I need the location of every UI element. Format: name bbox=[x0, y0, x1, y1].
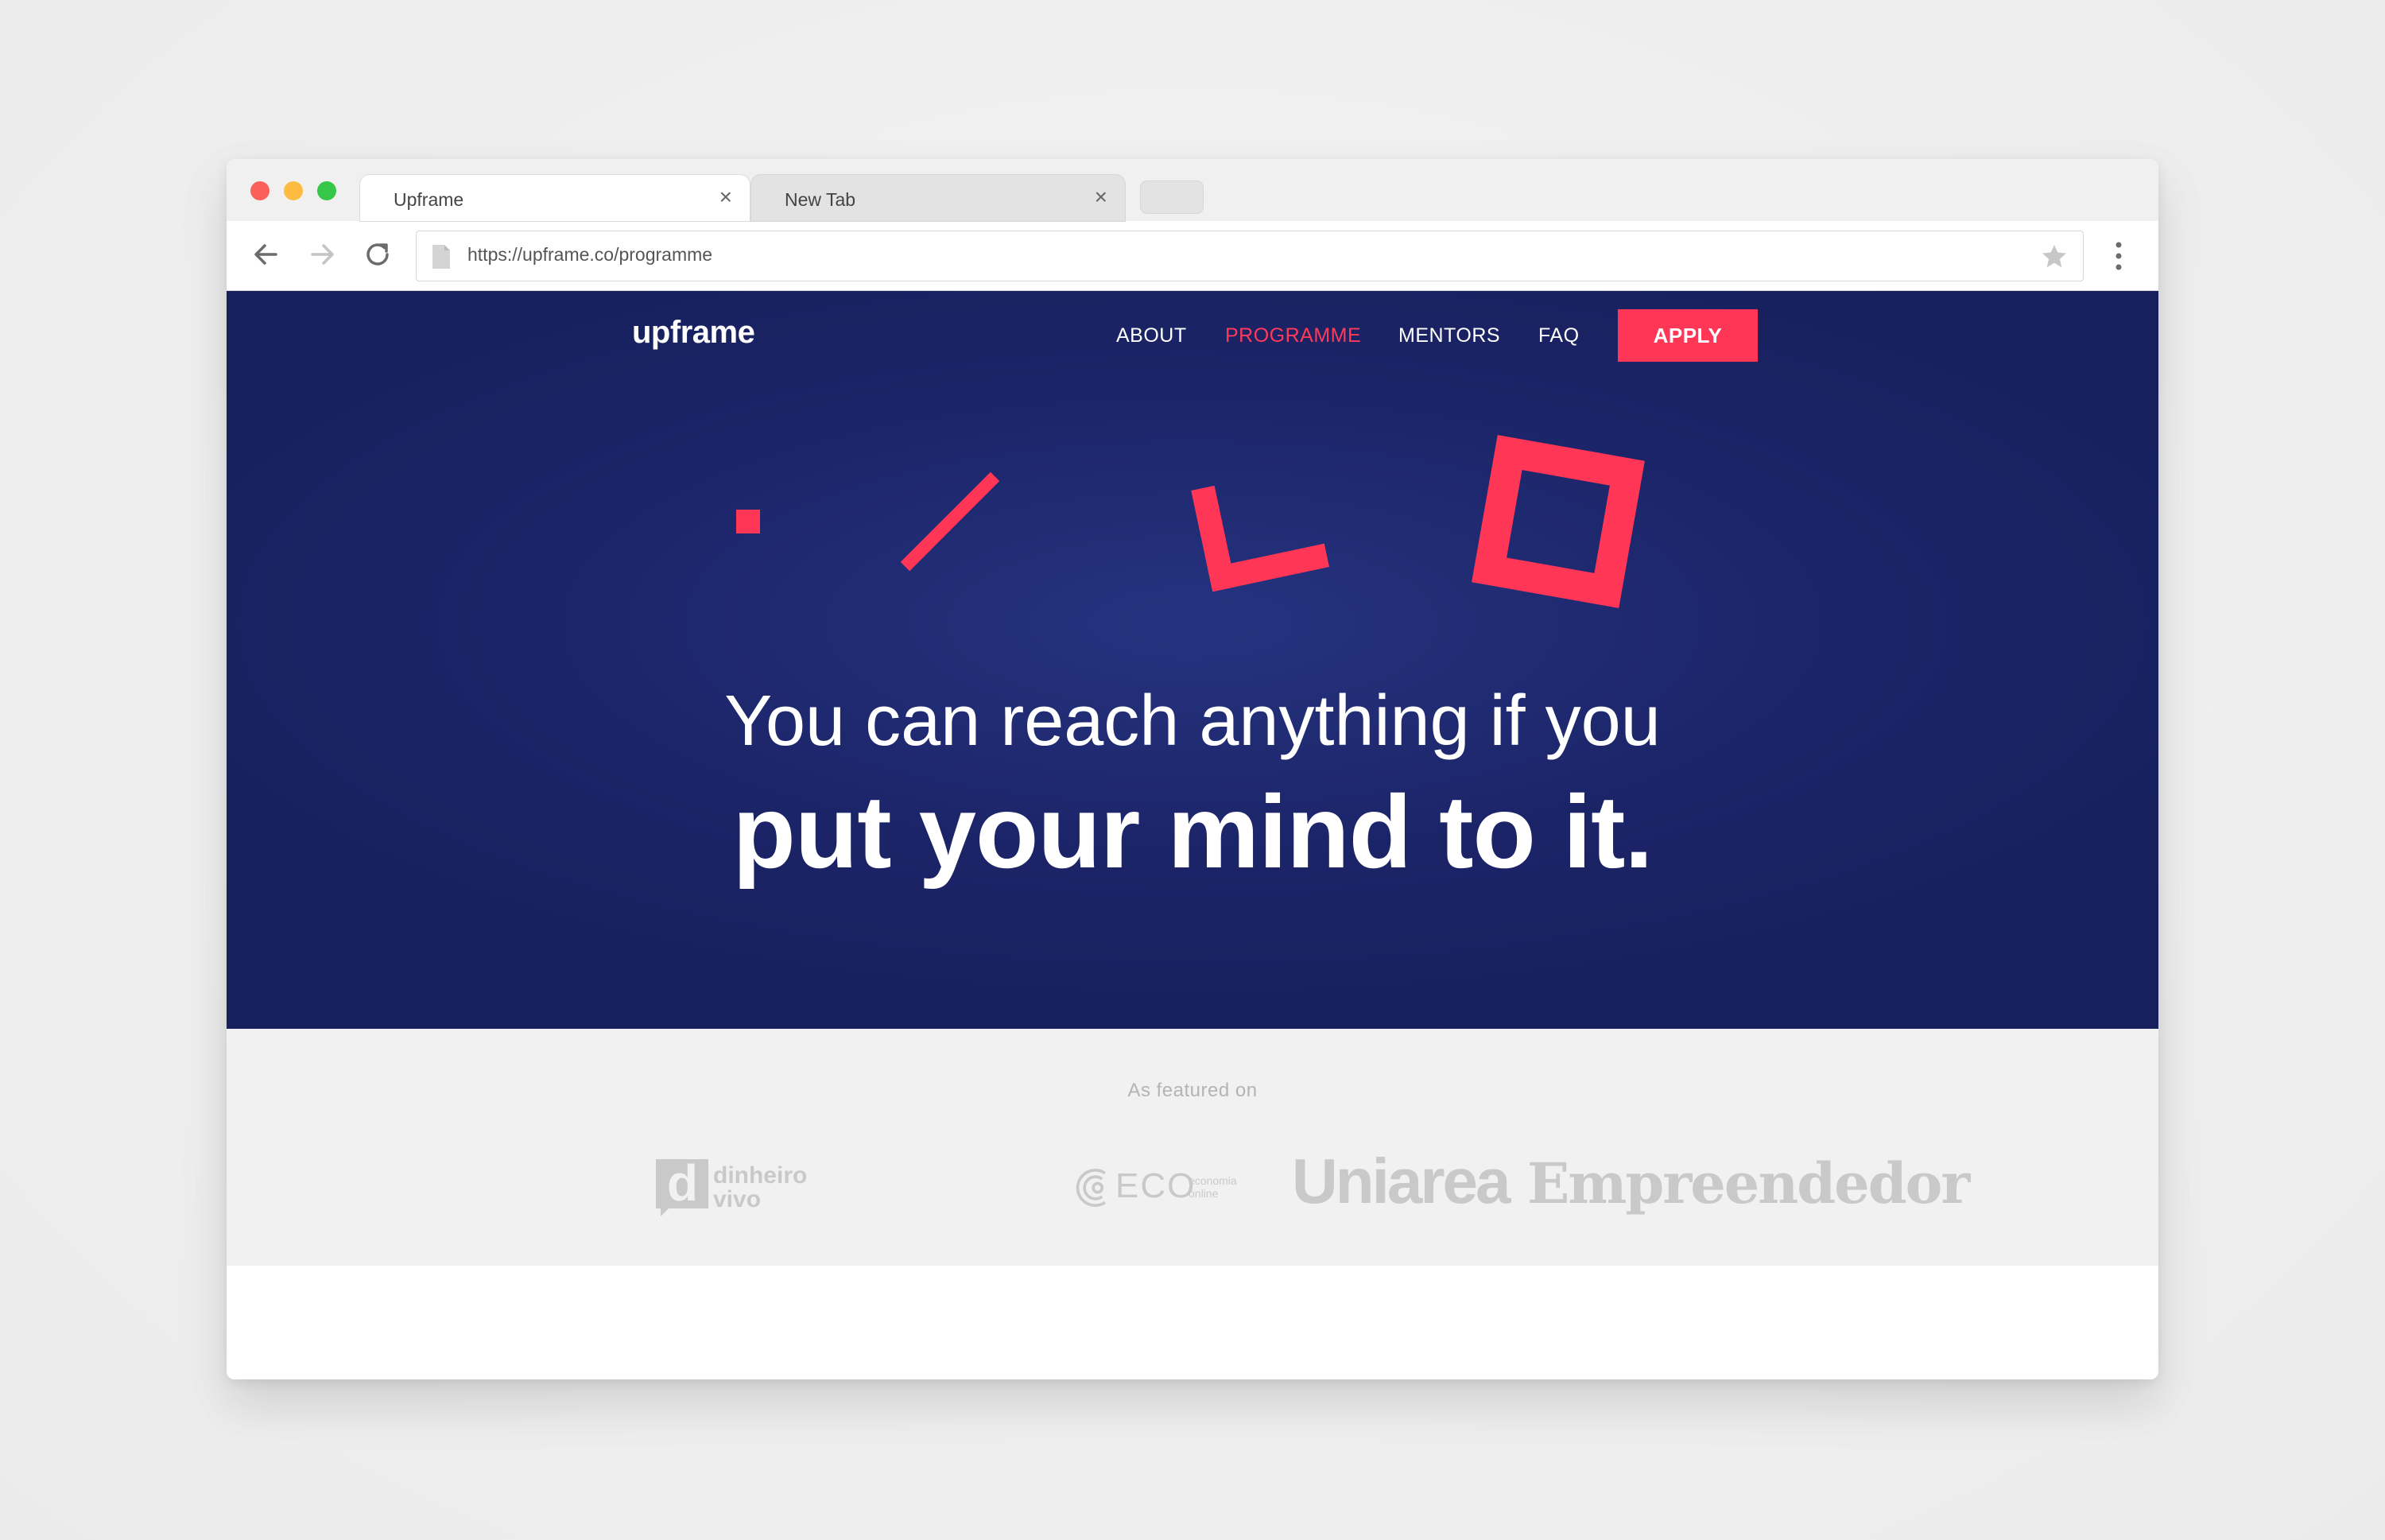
eco-sub1: economia bbox=[1189, 1174, 1237, 1187]
eco-wordmark: ECO bbox=[1115, 1166, 1196, 1205]
new-tab-button[interactable] bbox=[1141, 181, 1203, 213]
hero-headline-line2: put your mind to it. bbox=[732, 774, 1653, 890]
dinheiro-line1: dinheiro bbox=[713, 1162, 808, 1189]
tab-upframe[interactable]: Upframe × bbox=[360, 175, 750, 221]
browser-window: Upframe × New Tab × https://upframe.co/p… bbox=[227, 159, 2158, 1379]
logo-uniarea[interactable]: Uniarea bbox=[1292, 1150, 1510, 1213]
hero-headline-line1: You can reach anything if you bbox=[724, 681, 1661, 761]
decorative-corner-shape bbox=[1191, 485, 1329, 592]
brand-logo[interactable]: upframe bbox=[632, 315, 755, 351]
tab-strip: Upframe × New Tab × bbox=[227, 159, 2158, 221]
eco-mark-icon bbox=[1076, 1169, 1106, 1207]
address-bar[interactable]: https://upframe.co/programme bbox=[416, 231, 2084, 281]
logo-empreendedor[interactable]: Empreendedor bbox=[1527, 1156, 1970, 1212]
star-icon[interactable] bbox=[2040, 242, 2069, 271]
tab-label: New Tab bbox=[785, 189, 856, 210]
tab-label: Upframe bbox=[394, 189, 464, 210]
menu-dots-icon[interactable] bbox=[2111, 237, 2127, 275]
decorative-square-shape bbox=[736, 510, 760, 533]
page-bottom-area bbox=[227, 1266, 2158, 1379]
apply-button[interactable]: APPLY bbox=[1618, 309, 1758, 362]
window-maximize-button[interactable] bbox=[317, 181, 336, 200]
window-close-button[interactable] bbox=[250, 181, 270, 200]
decorative-frame-shape bbox=[1472, 435, 1645, 608]
logo-eco[interactable]: ECO economia online bbox=[1076, 1162, 1258, 1218]
dinheiro-line2: vivo bbox=[713, 1186, 762, 1212]
close-icon[interactable]: × bbox=[719, 186, 732, 208]
hero-section: upframe ABOUT PROGRAMME MENTORS FAQ APPL… bbox=[227, 291, 2158, 1029]
nav-programme[interactable]: PROGRAMME bbox=[1225, 324, 1361, 347]
nav-about[interactable]: ABOUT bbox=[1116, 324, 1187, 347]
logo-dinheiro-vivo[interactable]: d dinheiro vivo bbox=[656, 1154, 815, 1223]
featured-title: As featured on bbox=[1127, 1080, 1258, 1101]
window-minimize-button[interactable] bbox=[284, 181, 303, 200]
reload-icon[interactable] bbox=[359, 235, 397, 273]
url-text: https://upframe.co/programme bbox=[467, 244, 713, 265]
decorative-line-shape bbox=[900, 471, 1000, 572]
browser-toolbar: https://upframe.co/programme bbox=[227, 221, 2158, 291]
nav-mentors[interactable]: MENTORS bbox=[1398, 324, 1500, 347]
page-icon bbox=[432, 245, 450, 269]
tab-new-tab[interactable]: New Tab × bbox=[751, 175, 1125, 221]
featured-section: As featured on d dinheiro vivo ECO econo… bbox=[227, 1029, 2158, 1266]
back-arrow-icon[interactable] bbox=[247, 235, 285, 273]
dinheiro-mark-letter: d bbox=[667, 1154, 699, 1212]
nav-faq[interactable]: FAQ bbox=[1538, 324, 1580, 347]
forward-arrow-icon[interactable] bbox=[303, 235, 341, 273]
eco-sub2: online bbox=[1189, 1187, 1219, 1200]
close-icon[interactable]: × bbox=[1095, 186, 1107, 208]
